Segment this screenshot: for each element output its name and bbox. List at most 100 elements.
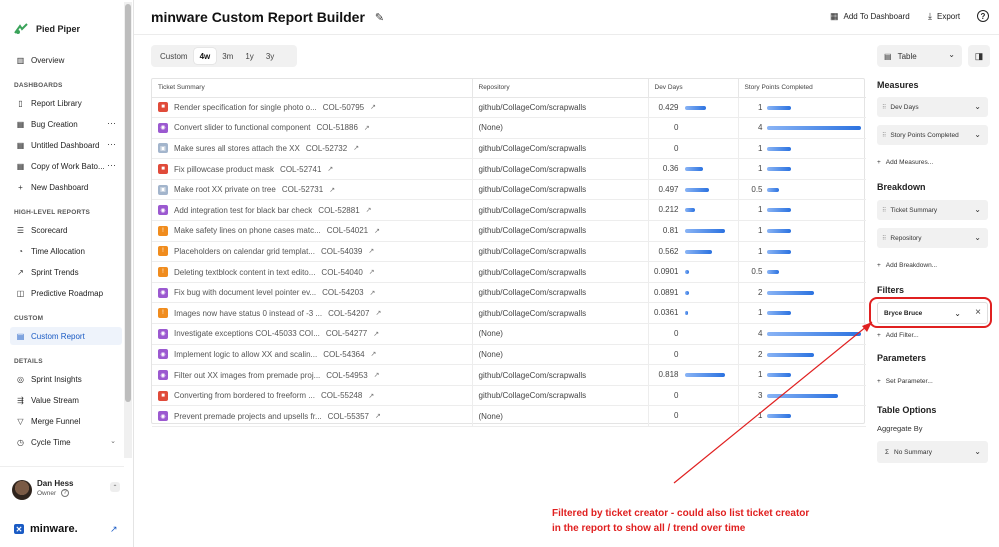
- ticket-key[interactable]: COL-51886: [317, 123, 358, 132]
- table-row[interactable]: ■ Converting from bordered to freeform ..…: [152, 385, 866, 407]
- sidebar-item-new-dashboard[interactable]: + New Dashboard: [10, 178, 122, 196]
- add-measures-button[interactable]: + Add Measures...: [877, 159, 933, 166]
- ticket-key[interactable]: COL-54021: [327, 226, 368, 235]
- table-row[interactable]: ▣ Make root XX private on tree COL-52731 ↗ g…: [152, 179, 866, 201]
- sidebar-item-scorecard[interactable]: ☰ Scorecard: [10, 221, 122, 239]
- add-breakdown-button[interactable]: + Add Breakdown...: [877, 262, 937, 269]
- add-to-dashboard-button[interactable]: ▦ Add To Dashboard: [830, 11, 910, 22]
- chevron-down-icon[interactable]: ⌄: [974, 233, 981, 242]
- column-header-story-points[interactable]: Story Points Completed: [738, 79, 866, 98]
- sidebar-item-copy-of-work[interactable]: ▦ Copy of Work Bato... ···: [10, 157, 122, 175]
- table-row[interactable]: ! Images now have status 0 instead of -3 …: [152, 302, 866, 325]
- table-row[interactable]: ◉ Add integration test for black bar chec…: [152, 199, 866, 222]
- table-row[interactable]: ◉ Implement logic to allow XX and scalin.…: [152, 344, 866, 366]
- chevron-down-icon[interactable]: ⌄: [110, 437, 116, 445]
- ticket-key[interactable]: COL-52881: [318, 206, 359, 215]
- sidebar-item-value-stream[interactable]: ⇶ Value Stream: [10, 391, 122, 409]
- period-custom[interactable]: Custom: [154, 48, 194, 64]
- ticket-key[interactable]: COL-54039: [321, 247, 362, 256]
- measure-dev-days[interactable]: ⠿ Dev Days ⌄: [877, 97, 988, 117]
- external-link-icon[interactable]: ↗: [370, 103, 376, 111]
- ticket-key[interactable]: COL-52731: [282, 185, 323, 194]
- table-row[interactable]: ◉ Filter out XX images from premade proj.…: [152, 364, 866, 386]
- period-4w[interactable]: 4w: [193, 48, 217, 64]
- external-link-icon[interactable]: ↗: [364, 124, 370, 132]
- set-parameter-button[interactable]: + Set Parameter...: [877, 378, 933, 385]
- ticket-key[interactable]: COL-54364: [323, 350, 364, 359]
- ticket-key[interactable]: COL-52732: [306, 144, 347, 153]
- external-link-icon[interactable]: ↗: [327, 165, 333, 173]
- drag-handle-icon[interactable]: ⠿: [882, 207, 886, 214]
- sidebar-item-predictive-roadmap[interactable]: ◫ Predictive Roadmap: [10, 284, 122, 302]
- brand[interactable]: Pied Piper: [14, 20, 80, 38]
- view-select[interactable]: ▤ Table ⌄: [877, 45, 962, 67]
- breakdown-ticket-summary[interactable]: ⠿ Ticket Summary ⌄: [877, 200, 988, 220]
- sidebar-item-merge-funnel[interactable]: ▽ Merge Funnel: [10, 412, 122, 430]
- ticket-key[interactable]: COL-50795: [323, 103, 364, 112]
- external-link-icon[interactable]: ↗: [373, 330, 379, 338]
- external-link-icon[interactable]: ↗: [371, 350, 377, 358]
- sidebar-item-bug-creation[interactable]: ▦ Bug Creation ···: [10, 115, 122, 133]
- scrollbar-thumb[interactable]: [125, 4, 131, 402]
- ticket-key[interactable]: COL-52741: [280, 165, 321, 174]
- external-link-icon[interactable]: ↗: [370, 289, 376, 297]
- table-row[interactable]: ◉ Investigate exceptions COL-45033 COI...…: [152, 323, 866, 345]
- period-3y[interactable]: 3y: [260, 48, 280, 64]
- column-header-repository[interactable]: Repository: [472, 79, 649, 98]
- table-row[interactable]: ! Make safety lines on phone cases matc..…: [152, 220, 866, 242]
- chevron-down-icon[interactable]: ⌄: [974, 130, 981, 139]
- toggle-panel-button[interactable]: ◨: [968, 45, 990, 67]
- chevron-down-icon[interactable]: ⌄: [974, 205, 981, 214]
- table-row[interactable]: ◉ Convert slider to functional component C…: [152, 117, 866, 139]
- external-link-icon[interactable]: ↗: [353, 144, 359, 152]
- table-row[interactable]: ◉ Prevent premade projects and upsells fr…: [152, 405, 866, 427]
- sidebar-item-untitled-dashboard[interactable]: ▦ Untitled Dashboard ···: [10, 136, 122, 154]
- external-link-icon[interactable]: ↗: [375, 412, 381, 420]
- help-icon[interactable]: ?: [977, 10, 989, 22]
- column-header-ticket-summary[interactable]: Ticket Summary: [152, 79, 473, 98]
- drag-handle-icon[interactable]: ⠿: [882, 104, 886, 111]
- external-link-icon[interactable]: ↗: [374, 227, 380, 235]
- ticket-key[interactable]: COL-55248: [321, 391, 362, 400]
- table-row[interactable]: ! Deleting textblock content in text edit…: [152, 261, 866, 283]
- table-row[interactable]: ▣ Make sures all stores attach the XX COL-…: [152, 138, 866, 160]
- sidebar-item-sprint-insights[interactable]: ◎ Sprint Insights: [10, 370, 122, 388]
- period-1y[interactable]: 1y: [239, 48, 259, 64]
- sidebar-item-overview[interactable]: ▥ Overview: [10, 51, 122, 69]
- external-link-icon[interactable]: ↗: [368, 392, 374, 400]
- table-row[interactable]: ◉ Fix bug with document level pointer ev.…: [152, 282, 866, 304]
- drag-handle-icon[interactable]: ⠿: [882, 235, 886, 242]
- sidebar-item-time-allocation[interactable]: ◔ Time Allocation: [10, 242, 122, 260]
- aggregate-select[interactable]: Σ No Summary ⌄: [877, 441, 988, 463]
- more-options-icon[interactable]: ···: [107, 160, 116, 170]
- external-link-icon[interactable]: ↗: [369, 268, 375, 276]
- external-link-icon[interactable]: ↗: [329, 186, 335, 194]
- ticket-key[interactable]: COL-54203: [322, 288, 363, 297]
- ticket-key[interactable]: COL-54040: [321, 268, 362, 277]
- pencil-icon[interactable]: ✎: [375, 11, 384, 24]
- sidebar-item-sprint-trends[interactable]: ↗ Sprint Trends: [10, 263, 122, 281]
- column-header-dev-days[interactable]: Dev Days: [648, 79, 739, 98]
- ticket-key[interactable]: COL-54953: [326, 371, 367, 380]
- sidebar-item-report-library[interactable]: ▯ Report Library: [10, 94, 122, 112]
- more-options-icon[interactable]: ···: [107, 139, 116, 149]
- user-card[interactable]: Dan Hess Owner ? ⌃: [0, 466, 124, 506]
- breakdown-repository[interactable]: ⠿ Repository ⌄: [877, 228, 988, 248]
- table-row[interactable]: ■ Fix pillowcase product mask COL-52741 ↗ gi…: [152, 158, 866, 180]
- table-row[interactable]: ! Placeholders on calendar grid templat..…: [152, 241, 866, 263]
- export-button[interactable]: ⤓ Export: [928, 11, 960, 22]
- ticket-key[interactable]: COL-54207: [328, 309, 369, 318]
- add-filter-button[interactable]: + Add Filter...: [877, 332, 919, 339]
- external-link-icon[interactable]: ↗: [368, 247, 374, 255]
- period-3m[interactable]: 3m: [216, 48, 239, 64]
- sidebar-item-cycle-time[interactable]: ◷ Cycle Time ⌄: [10, 433, 122, 451]
- external-link-icon[interactable]: ↗: [110, 524, 118, 535]
- drag-handle-icon[interactable]: ⠿: [882, 132, 886, 139]
- chevron-up-icon[interactable]: ⌃: [110, 482, 120, 492]
- help-icon[interactable]: ?: [61, 489, 69, 497]
- external-link-icon[interactable]: ↗: [366, 206, 372, 214]
- more-options-icon[interactable]: ···: [107, 118, 116, 128]
- ticket-key[interactable]: COL-55357: [328, 412, 369, 421]
- table-row[interactable]: ■ Render specification for single photo o…: [152, 97, 866, 119]
- sidebar-item-custom-report[interactable]: ▤ Custom Report: [10, 327, 122, 345]
